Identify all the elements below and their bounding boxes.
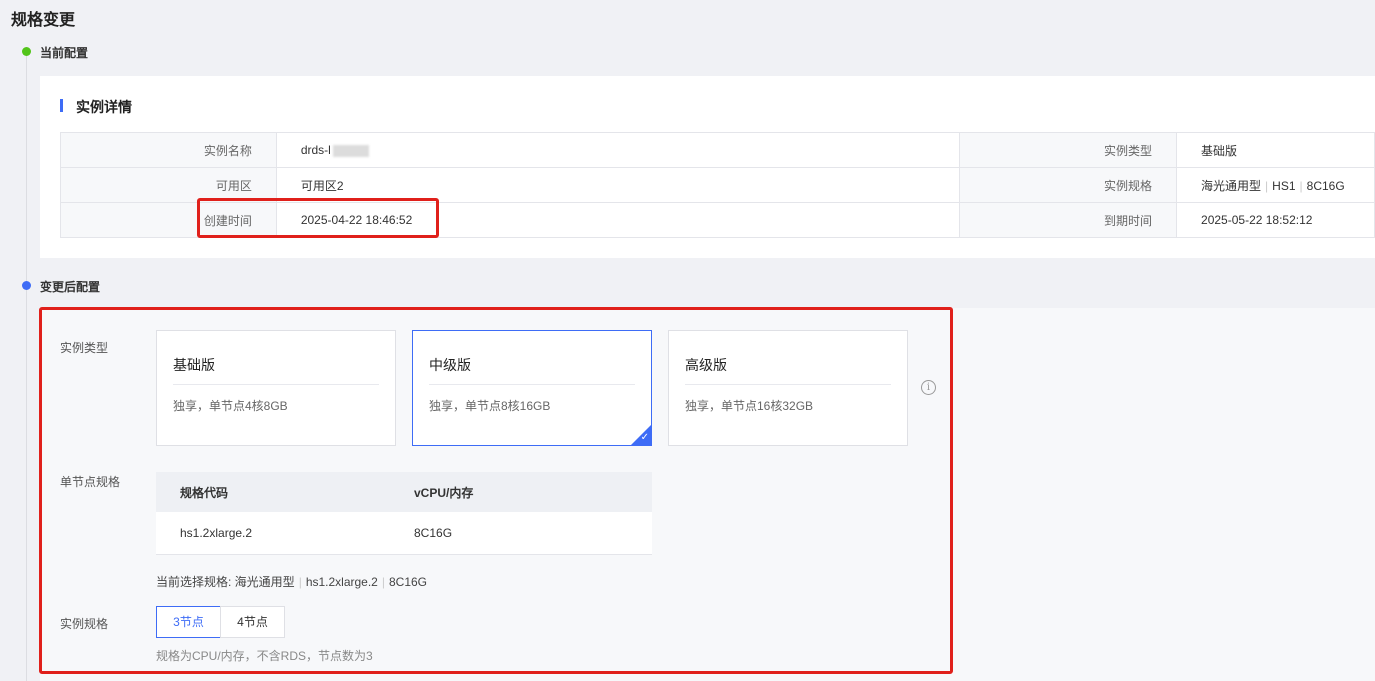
info-icon[interactable]: i: [921, 380, 936, 395]
detail-value: 2025-04-22 18:46:52: [275, 202, 961, 238]
detail-key: 实例名称: [60, 132, 277, 168]
spec-code-cell: hs1.2xlarge.2: [156, 512, 390, 555]
table-header-row: 规格代码 vCPU/内存: [156, 472, 652, 512]
type-card-title: 基础版: [173, 357, 215, 373]
instance-spec-value: 海光通用型 | HS1 | 8C16G: [1176, 167, 1375, 203]
type-card-title: 中级版: [429, 357, 471, 373]
step-label-after: 变更后配置: [40, 280, 101, 294]
instance-detail-table: 实例名称 drds-l 实例类型 基础版 可用区 可用区2 实例规格 海光通用型…: [60, 132, 1375, 238]
instance-name-value: drds-l: [275, 132, 961, 168]
detail-key: 创建时间: [60, 202, 277, 238]
step-label-current: 当前配置: [40, 46, 89, 60]
node-hint-text: 规格为CPU/内存，不含RDS，节点数为3: [156, 649, 373, 663]
detail-value: 可用区2: [275, 167, 961, 203]
form-label-node-spec: 单节点规格: [60, 475, 121, 489]
current-spec-text: 当前选择规格: 海光通用型 | hs1.2xlarge.2 | 8C16G: [156, 575, 428, 589]
detail-key: 可用区: [60, 167, 277, 203]
column-header: vCPU/内存: [390, 472, 652, 512]
type-card-desc: 独享，单节点4核8GB: [173, 399, 288, 413]
type-card-mid[interactable]: 中级版 独享，单节点8核16GB ✓: [412, 330, 652, 446]
detail-key: 实例规格: [959, 167, 1178, 203]
type-card-title: 高级版: [685, 357, 727, 373]
column-header: 规格代码: [156, 472, 390, 512]
step-dot-current: [22, 47, 31, 56]
timeline-line: [26, 286, 27, 681]
redacted-mask: [332, 144, 369, 157]
table-row: 可用区 可用区2 实例规格 海光通用型 | HS1 | 8C16G: [60, 167, 1375, 203]
detail-key: 到期时间: [959, 202, 1178, 238]
node-option-3[interactable]: 3节点: [156, 606, 221, 638]
detail-value: 2025-05-22 18:52:12: [1176, 202, 1375, 238]
step-dot-after: [22, 281, 31, 290]
detail-value: 基础版: [1176, 132, 1375, 168]
spec-table: 规格代码 vCPU/内存 hs1.2xlarge.2 8C16G: [156, 472, 652, 555]
card-heading: 实例详情: [60, 97, 132, 117]
type-card-advanced[interactable]: 高级版 独享，单节点16核32GB: [668, 330, 908, 446]
type-card-desc: 独享，单节点16核32GB: [685, 399, 814, 413]
timeline-line: [26, 52, 27, 284]
form-label-type: 实例类型: [60, 341, 109, 355]
detail-key: 实例类型: [959, 132, 1178, 168]
spec-vcpu-cell: 8C16G: [390, 512, 652, 555]
type-card-desc: 独享，单节点8核16GB: [429, 399, 551, 413]
table-row: 创建时间 2025-04-22 18:46:52 到期时间 2025-05-22…: [60, 202, 1375, 238]
table-row[interactable]: hs1.2xlarge.2 8C16G: [156, 512, 652, 555]
instance-detail-card: 实例详情 实例名称 drds-l 实例类型 基础版 可用区 可用区2 实例规格 …: [40, 76, 1375, 258]
node-option-4[interactable]: 4节点: [220, 606, 285, 638]
table-row: 实例名称 drds-l 实例类型 基础版: [60, 132, 1375, 168]
type-card-basic[interactable]: 基础版 独享，单节点4核8GB: [156, 330, 396, 446]
page-title: 规格变更: [11, 12, 76, 29]
check-icon: ✓: [640, 432, 649, 443]
form-label-instance-spec: 实例规格: [60, 617, 109, 631]
